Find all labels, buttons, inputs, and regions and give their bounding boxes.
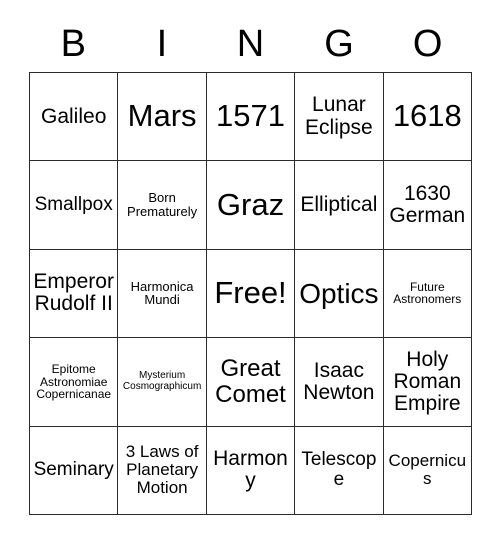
- bingo-header-letter-4: G: [324, 23, 354, 65]
- bingo-cell-label: Harmony: [213, 447, 288, 493]
- bingo-card: B I N G O Galileo Mars 1571 Lunar Eclipse 1618 Sm…: [0, 0, 500, 544]
- bingo-cell-r1-c3[interactable]: 1571: [206, 73, 296, 162]
- bingo-free-space-cell[interactable]: Free!: [206, 249, 296, 339]
- bingo-cell-label: Future Astronomers: [393, 279, 462, 307]
- bingo-cell-r4-c2[interactable]: Mysterium Cosmographicum: [118, 338, 207, 427]
- bingo-cell-label: Mars: [127, 98, 197, 134]
- bingo-cell-r4-c3[interactable]: Great Comet: [206, 338, 296, 427]
- bingo-cell-r5-c2[interactable]: 3 Laws of Planetary Motion: [118, 426, 207, 515]
- bingo-cell-label: Great Comet: [215, 355, 286, 408]
- bingo-cell-r2-c2[interactable]: Born Prematurely: [118, 161, 207, 250]
- bingo-header-letter-3: N: [236, 23, 265, 65]
- bingo-cell-r1-c1[interactable]: Galileo: [30, 73, 119, 162]
- bingo-cell-r1-c4[interactable]: Lunar Eclipse: [295, 73, 384, 162]
- bingo-cell-r5-c1[interactable]: Seminary: [30, 426, 119, 515]
- bingo-cell-r5-c3[interactable]: Harmony: [206, 426, 296, 515]
- bingo-cell-r1-c5[interactable]: 1618: [383, 73, 472, 162]
- bingo-cell-r3-c2[interactable]: Harmonica Mundi: [118, 249, 207, 339]
- bingo-cell-label: Optics: [299, 277, 379, 309]
- bingo-cell-r1-c2[interactable]: Mars: [118, 73, 207, 162]
- bingo-cell-label: Seminary: [33, 459, 114, 481]
- bingo-cell-label: Telescope: [301, 449, 377, 491]
- bingo-cell-r4-c1[interactable]: Epitome Astronomiae Copernicanae: [30, 338, 119, 427]
- bingo-cell-label: Born Prematurely: [127, 190, 198, 220]
- bingo-cell-label: Free!: [214, 275, 287, 311]
- bingo-cell-r2-c4[interactable]: Elliptical: [295, 161, 384, 250]
- bingo-header-letter-1: B: [60, 23, 86, 65]
- bingo-cell-label: 3 Laws of Planetary Motion: [125, 442, 199, 498]
- bingo-grid: Galileo Mars 1571 Lunar Eclipse 1618 Smallpox…: [29, 72, 472, 515]
- bingo-cell-r3-c5[interactable]: Future Astronomers: [383, 249, 472, 339]
- bingo-cell-r5-c4[interactable]: Telescope: [295, 426, 384, 515]
- bingo-cell-label: Holy Roman Empire: [393, 347, 462, 416]
- bingo-cell-r2-c3[interactable]: Graz: [206, 161, 296, 250]
- bingo-cell-label: Lunar Eclipse: [305, 93, 373, 139]
- bingo-header-letter-2: I: [156, 23, 168, 65]
- bingo-cell-label: Epitome Astronomiae Copernicanae: [36, 361, 112, 402]
- bingo-cell-label: Galileo: [41, 104, 107, 128]
- bingo-cell-label: Graz: [216, 186, 285, 222]
- bingo-cell-r3-c1[interactable]: Emperor Rudolf II: [30, 249, 119, 339]
- bingo-cell-r4-c4[interactable]: Isaac Newton: [295, 338, 384, 427]
- bingo-cell-label: 1571: [216, 98, 285, 134]
- bingo-cell-label: Smallpox: [34, 194, 113, 216]
- bingo-cell-r2-c1[interactable]: Smallpox: [30, 161, 119, 250]
- bingo-cell-label: 1618: [392, 98, 462, 134]
- bingo-cell-r5-c5[interactable]: Copernicus: [383, 426, 472, 515]
- bingo-cell-r4-c5[interactable]: Holy Roman Empire: [383, 338, 472, 427]
- bingo-cell-label: Emperor Rudolf II: [33, 270, 114, 316]
- bingo-cell-label: Mysterium Cosmographicum: [122, 370, 202, 392]
- bingo-cell-r3-c4[interactable]: Optics: [295, 249, 384, 339]
- bingo-header-row: BINGO: [29, 16, 472, 72]
- bingo-cell-r2-c5[interactable]: 1630 German: [383, 161, 472, 250]
- bingo-cell-label: Isaac Newton: [303, 358, 375, 404]
- bingo-header-letter-5: O: [412, 23, 443, 65]
- bingo-cell-label: Harmonica Mundi: [130, 278, 194, 308]
- bingo-cell-label: Copernicus: [388, 451, 467, 489]
- bingo-cell-label: Elliptical: [300, 192, 378, 216]
- bingo-cell-label: 1630 German: [389, 181, 466, 228]
